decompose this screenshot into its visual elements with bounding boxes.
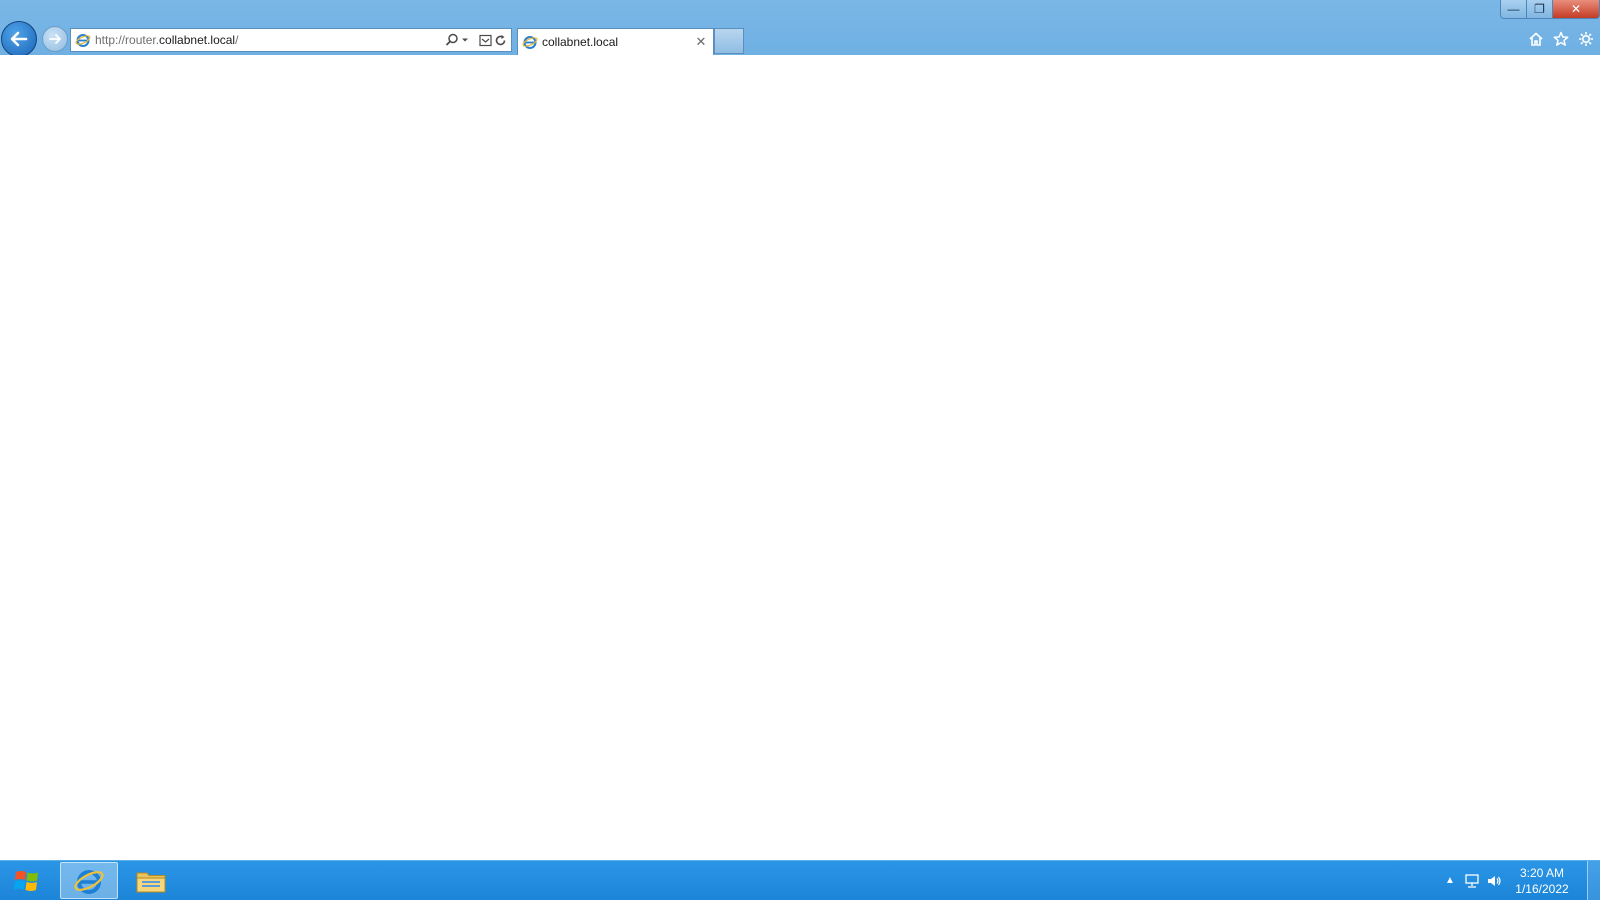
browser-tools bbox=[1527, 30, 1594, 47]
system-tray: ▲ 3:20 AM 1/16/2022 bbox=[1439, 861, 1600, 900]
address-tools bbox=[445, 33, 511, 47]
tab-title: collabnet.local bbox=[542, 35, 619, 49]
volume-icon[interactable] bbox=[1483, 871, 1505, 891]
browser-chrome: — ❐ ✕ http://router.collabnet.local/ col… bbox=[0, 0, 1600, 57]
taskbar: ▲ 3:20 AM 1/16/2022 bbox=[0, 860, 1600, 900]
minimize-button[interactable]: — bbox=[1500, 0, 1527, 19]
tab-close-icon[interactable]: ✕ bbox=[693, 34, 709, 50]
url-suffix: / bbox=[235, 33, 239, 47]
close-button[interactable]: ✕ bbox=[1553, 0, 1600, 19]
arrow-right-icon bbox=[49, 34, 61, 44]
dropdown-icon[interactable] bbox=[461, 36, 469, 44]
maximize-button[interactable]: ❐ bbox=[1527, 0, 1553, 19]
address-bar[interactable]: http://router.collabnet.local/ bbox=[70, 28, 512, 52]
favorites-star-icon[interactable] bbox=[1552, 30, 1569, 47]
network-icon[interactable] bbox=[1461, 871, 1483, 891]
arrow-left-icon bbox=[10, 31, 28, 47]
gear-icon[interactable] bbox=[1577, 30, 1594, 47]
clock[interactable]: 3:20 AM 1/16/2022 bbox=[1505, 865, 1579, 897]
taskbar-file-explorer[interactable] bbox=[122, 862, 180, 899]
window-controls: — ❐ ✕ bbox=[1500, 0, 1600, 19]
internet-explorer-icon bbox=[74, 869, 104, 894]
home-icon[interactable] bbox=[1527, 30, 1544, 47]
new-tab-button[interactable] bbox=[714, 28, 744, 54]
taskbar-internet-explorer[interactable] bbox=[60, 862, 118, 899]
windows-logo-icon bbox=[14, 870, 38, 891]
search-icon[interactable] bbox=[445, 33, 459, 47]
ie-page-icon bbox=[75, 34, 91, 47]
url-prefix: http://router. bbox=[95, 33, 160, 47]
show-desktop-button[interactable] bbox=[1587, 861, 1600, 900]
start-button[interactable] bbox=[0, 861, 54, 900]
tab-collabnet-local[interactable]: collabnet.local ✕ bbox=[517, 28, 714, 55]
page-viewport[interactable] bbox=[0, 55, 1600, 860]
url-text[interactable]: http://router.collabnet.local/ bbox=[95, 33, 445, 47]
forward-button[interactable] bbox=[42, 26, 68, 52]
url-domain: collabnet.local bbox=[159, 33, 236, 47]
refresh-icon[interactable] bbox=[494, 34, 507, 47]
ie-tab-icon bbox=[522, 36, 538, 49]
clock-date: 1/16/2022 bbox=[1515, 881, 1569, 896]
tray-expand-icon[interactable]: ▲ bbox=[1439, 871, 1461, 891]
clock-time: 3:20 AM bbox=[1519, 865, 1565, 880]
compatibility-view-icon[interactable] bbox=[479, 34, 492, 47]
folder-icon bbox=[136, 872, 166, 892]
back-button[interactable] bbox=[1, 21, 37, 57]
